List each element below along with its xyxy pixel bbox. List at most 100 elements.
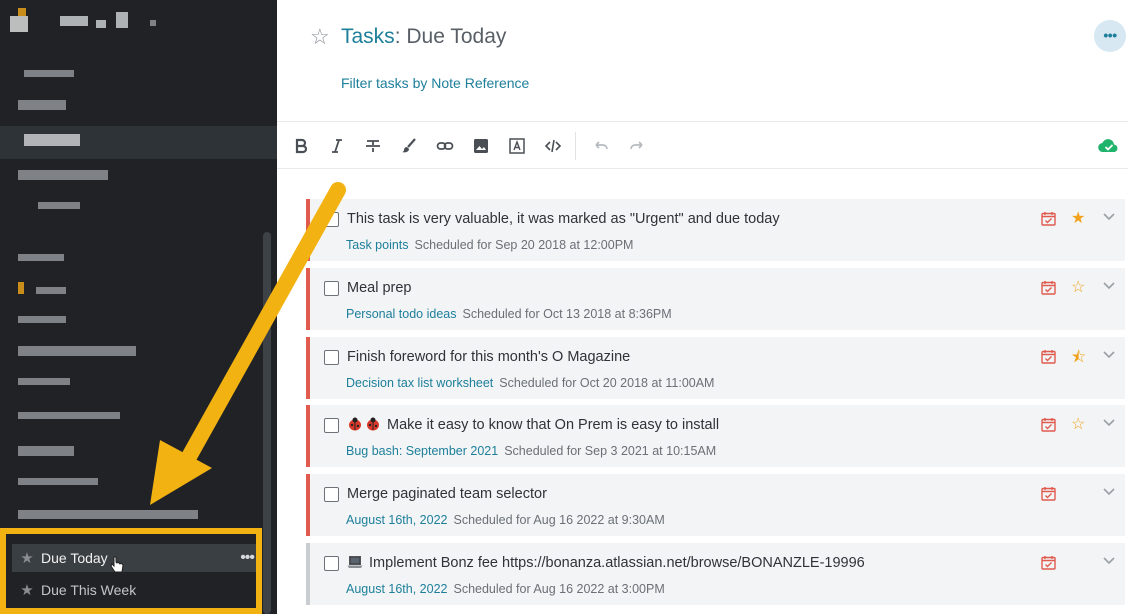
task-meta: Task points Scheduled for Sep 20 2018 at … bbox=[346, 236, 633, 254]
account-name-blur bbox=[150, 20, 156, 26]
task-note-link[interactable]: August 16th, 2022 bbox=[346, 513, 447, 527]
task-note-link[interactable]: Bug bash: September 2021 bbox=[346, 444, 498, 458]
task-row[interactable]: Finish foreword for this month's O Magaz… bbox=[306, 337, 1125, 399]
image-icon[interactable] bbox=[464, 122, 498, 170]
task-checkbox[interactable] bbox=[324, 212, 339, 227]
sidebar-item-blur[interactable] bbox=[18, 170, 108, 180]
favorite-star-icon[interactable]: ☆ bbox=[310, 24, 330, 50]
chevron-down-icon[interactable] bbox=[1101, 483, 1117, 499]
task-checkbox[interactable] bbox=[324, 350, 339, 365]
favorite-due-today[interactable]: ★ Due Today ••• bbox=[12, 544, 256, 572]
sidebar-item-blur[interactable] bbox=[18, 346, 136, 356]
task-note-link[interactable]: Personal todo ideas bbox=[346, 307, 457, 321]
calendar-check-icon[interactable] bbox=[1041, 211, 1056, 226]
sidebar-item-blur[interactable] bbox=[18, 378, 70, 385]
redo-icon[interactable] bbox=[620, 122, 654, 170]
sidebar-item-blur[interactable] bbox=[18, 510, 198, 519]
task-schedule: Scheduled for Oct 20 2018 at 11:00AM bbox=[499, 376, 715, 390]
task-title-text: Make it easy to know that On Prem is eas… bbox=[387, 417, 720, 433]
hand-cursor-icon bbox=[110, 556, 124, 573]
task-row[interactable]: Meal prep Personal todo ideas Scheduled f… bbox=[306, 268, 1125, 330]
page-title-prefix[interactable]: Tasks bbox=[341, 25, 395, 48]
sidebar-item-blur[interactable] bbox=[18, 254, 64, 261]
task-note-link[interactable]: Decision tax list worksheet bbox=[346, 376, 493, 390]
editor-toolbar bbox=[277, 121, 1128, 169]
task-title[interactable]: Make it easy to know that On Prem is eas… bbox=[347, 417, 719, 433]
main-panel: ☆ Tasks: Due Today ••• Filter tasks by N… bbox=[277, 0, 1128, 614]
chevron-down-icon[interactable] bbox=[1101, 208, 1117, 224]
star-outline-icon[interactable]: ☆ bbox=[1071, 277, 1085, 297]
task-row[interactable]: Implement Bonz fee https://bonanza.atlas… bbox=[306, 543, 1125, 605]
task-checkbox[interactable] bbox=[324, 556, 339, 571]
account-avatar[interactable] bbox=[18, 8, 26, 16]
star-icon[interactable]: ★ bbox=[1071, 208, 1085, 228]
calendar-check-icon[interactable] bbox=[1041, 417, 1056, 432]
task-row[interactable]: Make it easy to know that On Prem is eas… bbox=[306, 405, 1125, 467]
calendar-check-icon[interactable] bbox=[1041, 555, 1056, 570]
task-checkbox[interactable] bbox=[324, 418, 339, 433]
sidebar-item-icon-blur bbox=[18, 282, 24, 294]
account-avatar-blur bbox=[10, 16, 28, 32]
sidebar-item-blur[interactable] bbox=[18, 316, 66, 323]
chevron-down-icon[interactable] bbox=[1101, 346, 1117, 362]
chevron-down-icon[interactable] bbox=[1101, 277, 1117, 293]
task-row[interactable]: This task is very valuable, it was marke… bbox=[306, 199, 1125, 261]
task-checkbox[interactable] bbox=[324, 487, 339, 502]
more-options-button[interactable]: ••• bbox=[1094, 20, 1126, 52]
text-box-icon[interactable] bbox=[500, 122, 534, 170]
code-icon[interactable] bbox=[536, 122, 570, 170]
undo-icon[interactable] bbox=[584, 122, 618, 170]
link-icon[interactable] bbox=[428, 122, 462, 170]
task-meta: Personal todo ideas Scheduled for Oct 13 … bbox=[346, 305, 672, 323]
task-title[interactable]: Implement Bonz fee https://bonanza.atlas… bbox=[347, 555, 865, 571]
more-options-icon[interactable]: ••• bbox=[238, 549, 256, 567]
sidebar-item-blur[interactable] bbox=[18, 100, 66, 110]
task-note-link[interactable]: August 16th, 2022 bbox=[346, 582, 447, 596]
star-outline-icon[interactable]: ☆ bbox=[1071, 414, 1085, 434]
sidebar-scrollbar[interactable] bbox=[263, 232, 271, 614]
star-half-icon[interactable]: ⯪ bbox=[1071, 346, 1086, 373]
chevron-down-icon[interactable] bbox=[1101, 552, 1117, 568]
italic-icon[interactable] bbox=[320, 122, 354, 170]
brush-icon[interactable] bbox=[392, 122, 426, 170]
page-title-rest: : Due Today bbox=[394, 25, 507, 48]
sidebar: ★ Due Today ••• ★ Due This Week bbox=[0, 0, 277, 614]
task-title[interactable]: Merge paginated team selector bbox=[347, 486, 547, 502]
ladybug-icon bbox=[349, 417, 361, 431]
strikethrough-icon[interactable] bbox=[356, 122, 390, 170]
calendar-check-icon[interactable] bbox=[1041, 349, 1056, 364]
task-title[interactable]: Finish foreword for this month's O Magaz… bbox=[347, 349, 630, 365]
task-title[interactable]: Meal prep bbox=[347, 280, 411, 296]
bold-icon[interactable] bbox=[284, 122, 318, 170]
sidebar-item-blur[interactable] bbox=[18, 412, 120, 419]
account-name-blur bbox=[116, 12, 128, 28]
sidebar-item-blur[interactable] bbox=[38, 202, 80, 209]
task-meta: August 16th, 2022 Scheduled for Aug 16 20… bbox=[346, 511, 665, 529]
filter-link[interactable]: Filter tasks by Note Reference bbox=[341, 75, 529, 91]
task-schedule: Scheduled for Sep 20 2018 at 12:00PM bbox=[414, 238, 634, 252]
sidebar-item-blur[interactable] bbox=[24, 70, 74, 77]
task-title-text: Implement Bonz fee https://bonanza.atlas… bbox=[369, 555, 865, 571]
favorite-label: Due This Week bbox=[41, 582, 137, 598]
cloud-check-icon bbox=[1098, 139, 1118, 153]
chevron-down-icon[interactable] bbox=[1101, 414, 1117, 430]
account-name-blur bbox=[60, 16, 88, 26]
star-icon: ★ bbox=[20, 582, 34, 599]
task-note-link[interactable]: Task points bbox=[346, 238, 409, 252]
sidebar-item-blur[interactable] bbox=[24, 134, 80, 146]
calendar-check-icon[interactable] bbox=[1041, 280, 1056, 295]
calendar-check-icon[interactable] bbox=[1041, 486, 1056, 501]
task-row[interactable]: Merge paginated team selector August 16t… bbox=[306, 474, 1125, 536]
task-schedule: Scheduled for Oct 13 2018 at 8:36PM bbox=[462, 307, 672, 321]
ladybug-icon bbox=[367, 417, 379, 431]
sidebar-item-blur[interactable] bbox=[18, 478, 98, 485]
star-icon: ★ bbox=[20, 550, 34, 567]
favorite-due-this-week[interactable]: ★ Due This Week bbox=[12, 576, 256, 604]
task-schedule: Scheduled for Sep 3 2021 at 10:15AM bbox=[504, 444, 717, 458]
task-meta: Decision tax list worksheet Scheduled for… bbox=[346, 374, 714, 392]
account-name-blur bbox=[96, 20, 106, 28]
task-checkbox[interactable] bbox=[324, 281, 339, 296]
sidebar-item-blur[interactable] bbox=[36, 287, 66, 294]
sidebar-item-blur[interactable] bbox=[18, 446, 74, 456]
task-title[interactable]: This task is very valuable, it was marke… bbox=[347, 211, 780, 227]
